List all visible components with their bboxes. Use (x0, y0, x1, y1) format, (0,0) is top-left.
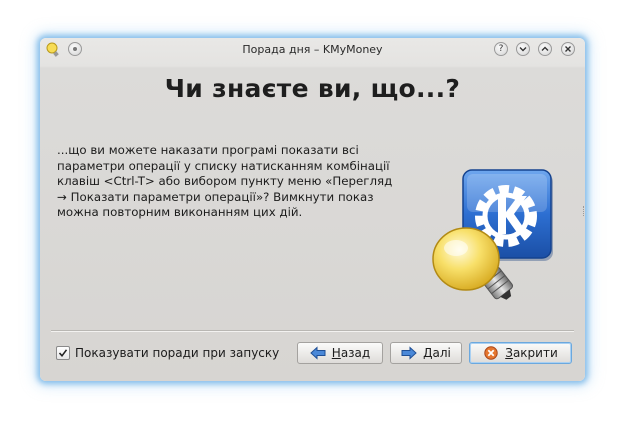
back-button-label: Назад (331, 346, 371, 360)
tip-heading: Чи знаєте ви, що...? (164, 74, 461, 103)
tip-of-the-day-dialog: Порада дня – KMyMoney ? Чи знаєте ви, що… (40, 38, 585, 381)
arrow-right-icon (401, 345, 417, 361)
close-button[interactable]: Закрити (469, 342, 572, 364)
checkmark-icon (58, 349, 68, 358)
minimize-icon[interactable] (516, 42, 530, 56)
startup-checkbox-row[interactable]: Показувати поради при запуску (56, 344, 279, 362)
next-button[interactable]: Далі (390, 342, 462, 364)
title-bar[interactable]: Порада дня – KMyMoney ? (40, 38, 585, 62)
startup-checkbox-label: Показувати поради при запуску (75, 346, 280, 360)
maximize-icon[interactable] (538, 42, 552, 56)
tip-text: ...що ви можете наказати програмі показа… (57, 143, 393, 219)
back-button[interactable]: Назад (297, 342, 383, 364)
close-icon[interactable] (561, 42, 575, 56)
startup-checkbox[interactable] (56, 346, 70, 360)
resize-grip[interactable] (583, 206, 585, 216)
kde-lightbulb-illustration (426, 162, 561, 307)
close-button-label: Закрити (505, 346, 558, 360)
help-icon[interactable]: ? (494, 42, 508, 56)
next-button-label: Далі (423, 346, 451, 360)
arrow-left-icon (310, 345, 326, 361)
close-circle-icon (483, 345, 499, 361)
divider (51, 330, 574, 332)
